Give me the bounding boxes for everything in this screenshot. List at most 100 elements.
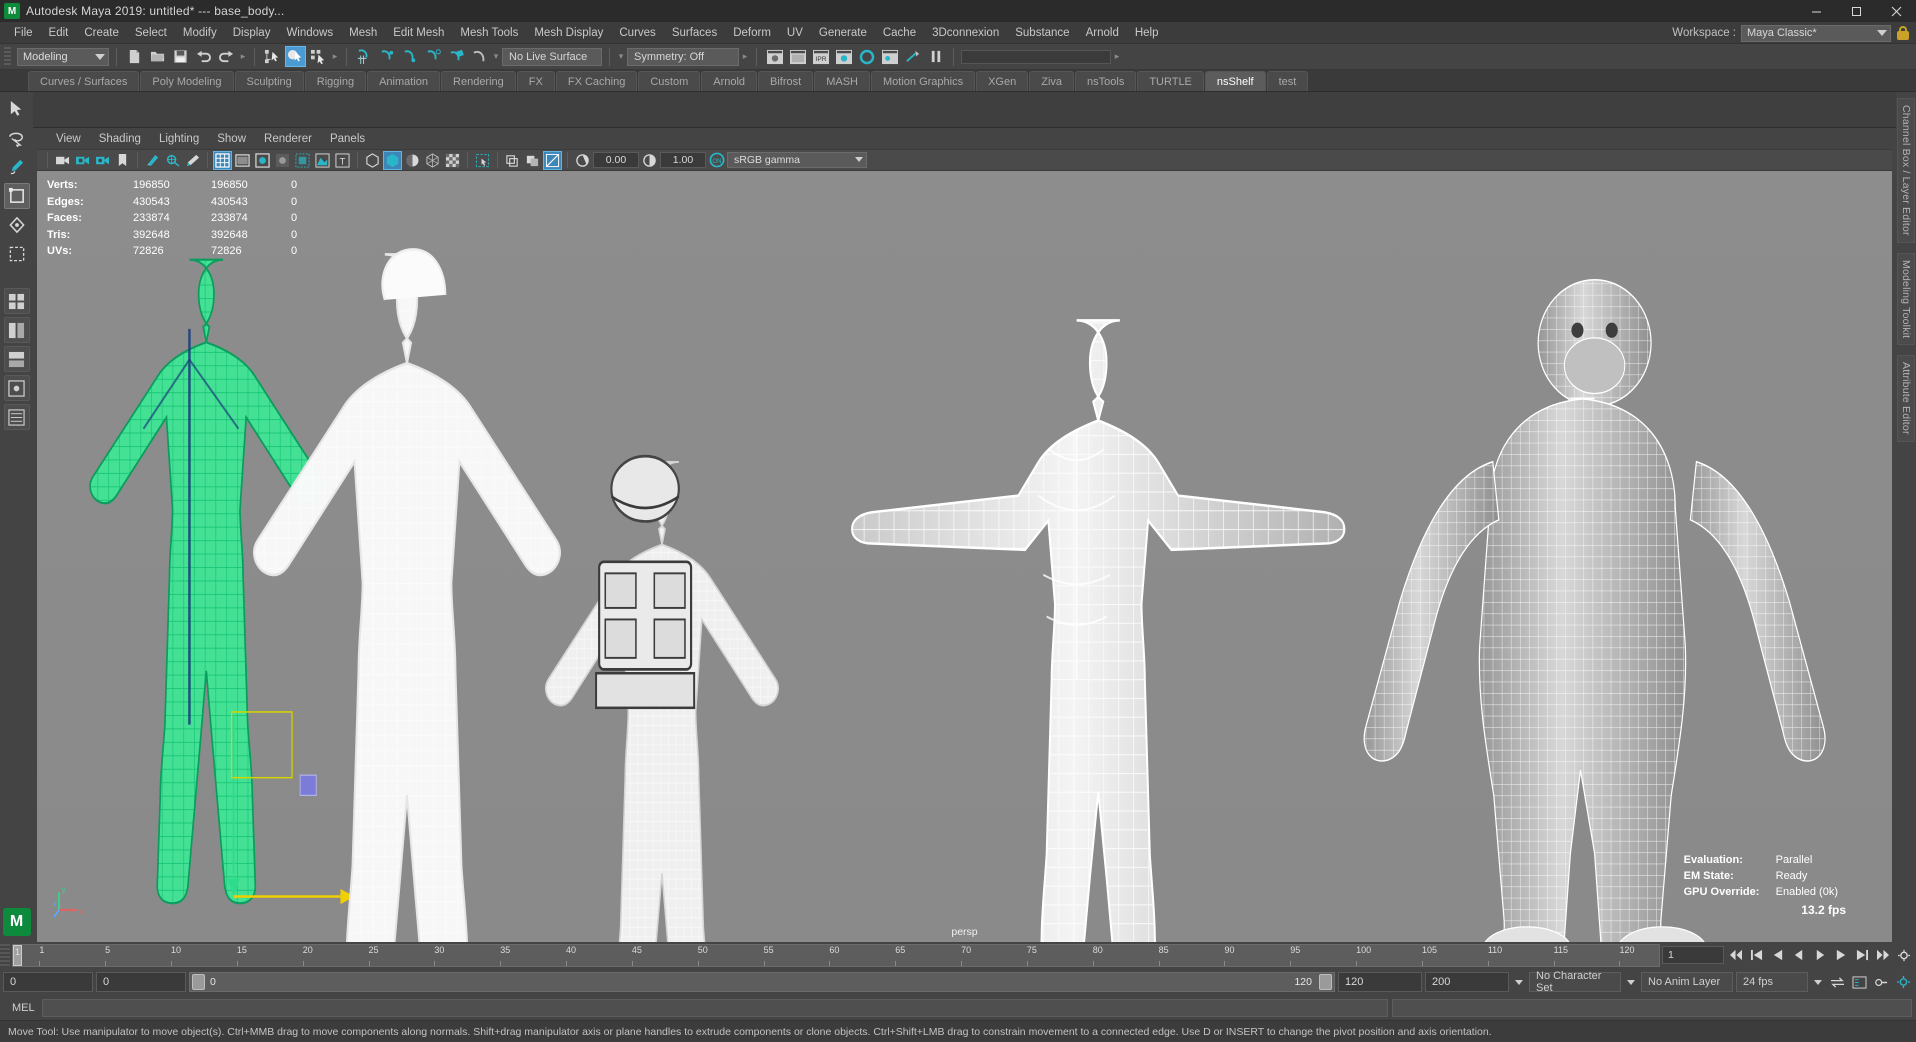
menu-create[interactable]: Create <box>76 22 127 44</box>
toolbar-collapse-arrow[interactable]: ▾ <box>617 48 625 66</box>
toolbar-collapse-arrow[interactable]: ▾ <box>492 48 500 66</box>
xray-active-components-icon[interactable] <box>403 151 422 170</box>
xray-joints-icon[interactable] <box>383 151 402 170</box>
new-scene-icon[interactable] <box>124 46 145 67</box>
outliner-layout-icon[interactable] <box>4 404 30 430</box>
select-by-component-type-icon[interactable] <box>308 46 329 67</box>
bookmark-icon[interactable] <box>113 151 132 170</box>
toolbar-collapse-arrow[interactable]: ▸ <box>331 48 339 66</box>
menu-modify[interactable]: Modify <box>175 22 225 44</box>
menu-file[interactable]: File <box>6 22 41 44</box>
symmetry-field[interactable]: Symmetry: Off <box>627 48 739 66</box>
anim-layer-field[interactable]: No Anim Layer <box>1641 972 1733 992</box>
isolate-select-icon[interactable] <box>473 151 492 170</box>
color-profile-dropdown[interactable]: sRGB gamma <box>727 152 867 168</box>
dock-tab-channel-box[interactable]: Channel Box / Layer Editor <box>1897 98 1915 243</box>
range-right-handle[interactable] <box>1319 974 1332 990</box>
snap-to-curve-icon[interactable] <box>377 46 398 67</box>
shelf-tab-xgen[interactable]: XGen <box>976 71 1028 91</box>
step-forward-key-icon[interactable] <box>1852 946 1871 965</box>
shelf-tab-turtle[interactable]: TURTLE <box>1137 71 1204 91</box>
render-view-icon[interactable] <box>764 46 785 67</box>
exposure-icon[interactable] <box>573 151 592 170</box>
shelf-tab-poly-modeling[interactable]: Poly Modeling <box>140 71 233 91</box>
shelf-tab-sculpting[interactable]: Sculpting <box>235 71 304 91</box>
playback-speed-field[interactable]: 24 fps <box>1736 972 1808 992</box>
gamma-correct-icon[interactable] <box>543 151 562 170</box>
menu-surfaces[interactable]: Surfaces <box>664 22 725 44</box>
playback-start-field[interactable]: 0 <box>96 972 186 992</box>
use-all-lights-icon[interactable] <box>273 151 292 170</box>
toolbar-collapse-arrow[interactable]: ▸ <box>741 48 749 66</box>
four-view-layout-icon[interactable] <box>4 288 30 314</box>
go-to-start-icon[interactable] <box>1726 946 1745 965</box>
make-live-icon[interactable] <box>469 46 490 67</box>
menu-set-dropdown[interactable]: Modeling <box>17 48 109 66</box>
hypershade-icon[interactable] <box>856 46 877 67</box>
texture-checker-icon[interactable] <box>443 151 462 170</box>
menu-uv[interactable]: UV <box>779 22 811 44</box>
shelf-tab-animation[interactable]: Animation <box>367 71 440 91</box>
toggle-light-icon[interactable] <box>902 46 923 67</box>
range-start-field[interactable]: 0 <box>3 972 93 992</box>
select-by-hierarchy-icon[interactable] <box>262 46 283 67</box>
shadows-icon[interactable] <box>293 151 312 170</box>
save-scene-icon[interactable] <box>170 46 191 67</box>
minimize-button[interactable] <box>1796 0 1836 22</box>
chevron-down-icon[interactable] <box>1814 980 1822 985</box>
select-tool[interactable] <box>4 96 30 122</box>
toolbar-grip[interactable] <box>4 47 11 67</box>
screen-space-ao-icon[interactable] <box>313 151 332 170</box>
range-left-handle[interactable] <box>192 974 205 990</box>
gamma-field[interactable]: 1.00 <box>660 152 706 168</box>
ipr-render-icon[interactable]: IPR <box>810 46 831 67</box>
paint-select-tool[interactable] <box>4 154 30 180</box>
render-setup-icon[interactable] <box>879 46 900 67</box>
shelf-tab-fx[interactable]: FX <box>517 71 555 91</box>
menu-curves[interactable]: Curves <box>611 22 663 44</box>
range-end-field[interactable]: 200 <box>1425 972 1509 992</box>
workspace-dropdown[interactable]: Maya Classic* <box>1741 25 1891 42</box>
dock-tab-modeling-toolkit[interactable]: Modeling Toolkit <box>1897 253 1915 345</box>
snap-to-point-icon[interactable] <box>400 46 421 67</box>
current-frame-field[interactable]: 1 <box>1662 946 1724 964</box>
live-surface-field[interactable]: No Live Surface <box>502 48 602 66</box>
snap-to-grid-icon[interactable] <box>354 46 375 67</box>
range-slider-track[interactable]: 0 120 <box>189 972 1335 992</box>
undo-icon[interactable] <box>193 46 214 67</box>
shelf-tab-nstools[interactable]: nsTools <box>1075 71 1136 91</box>
render-sequence-icon[interactable] <box>787 46 808 67</box>
shelf-tab-bifrost[interactable]: Bifrost <box>758 71 813 91</box>
viewport-menu-show[interactable]: Show <box>208 130 255 149</box>
rotate-tool[interactable] <box>4 212 30 238</box>
xray-icon[interactable] <box>363 151 382 170</box>
shelf-tab-custom[interactable]: Custom <box>638 71 700 91</box>
close-button[interactable] <box>1876 0 1916 22</box>
select-by-object-type-icon[interactable] <box>285 46 306 67</box>
maximize-button[interactable] <box>1836 0 1876 22</box>
toolbar-collapse-arrow[interactable]: ▸ <box>239 48 247 66</box>
shelf-tab-rendering[interactable]: Rendering <box>441 71 516 91</box>
shelf-tab-curves-surfaces[interactable]: Curves / Surfaces <box>28 71 139 91</box>
menu-mesh-tools[interactable]: Mesh Tools <box>452 22 526 44</box>
menu-cache[interactable]: Cache <box>875 22 924 44</box>
viewport-menu-view[interactable]: View <box>47 130 90 149</box>
smooth-shade-all-icon[interactable] <box>233 151 252 170</box>
snap-to-view-plane-icon[interactable] <box>446 46 467 67</box>
shelf-tab-nsshelf[interactable]: nsShelf <box>1205 71 1266 91</box>
play-forwards-icon[interactable] <box>1810 946 1829 965</box>
menu-3dconnexion[interactable]: 3Dconnexion <box>924 22 1007 44</box>
pause-render-icon[interactable] <box>925 46 946 67</box>
menu-arnold[interactable]: Arnold <box>1078 22 1127 44</box>
view-transform-a-icon[interactable] <box>503 151 522 170</box>
menu-edit[interactable]: Edit <box>41 22 77 44</box>
persp-graph-layout-icon[interactable] <box>4 346 30 372</box>
gamma-icon[interactable] <box>640 151 659 170</box>
image-plane-icon[interactable] <box>143 151 162 170</box>
menu-select[interactable]: Select <box>127 22 175 44</box>
viewport-menu-shading[interactable]: Shading <box>90 130 150 149</box>
toolbar-collapse-arrow[interactable]: ▸ <box>1113 48 1121 66</box>
shelf-tab-ziva[interactable]: Ziva <box>1029 71 1074 91</box>
animation-layer-editor-icon[interactable] <box>1850 973 1869 992</box>
exposure-field[interactable]: 0.00 <box>593 152 639 168</box>
